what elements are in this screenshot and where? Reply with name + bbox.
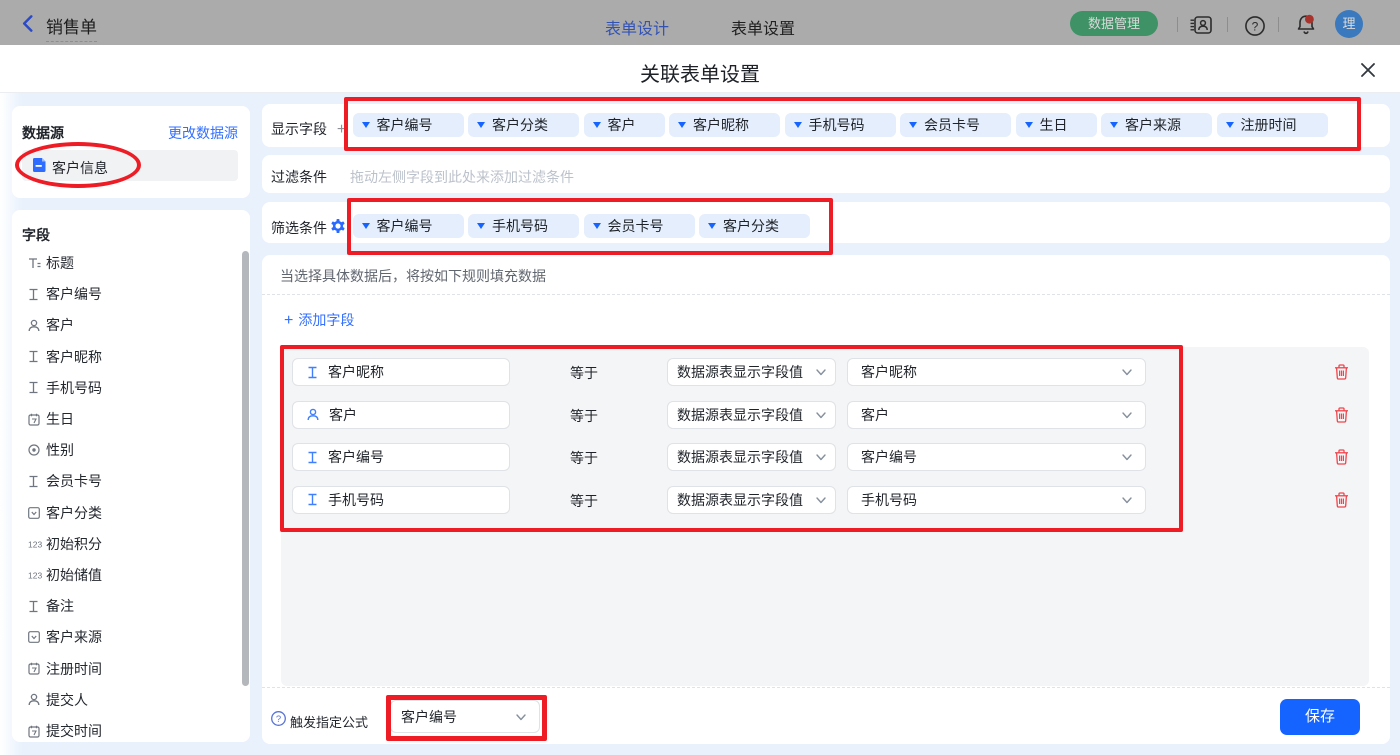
svg-text:123: 123 xyxy=(28,539,42,549)
svg-text:123: 123 xyxy=(28,571,42,581)
svg-text:?: ? xyxy=(1252,19,1259,33)
svg-text:?: ? xyxy=(276,714,281,725)
